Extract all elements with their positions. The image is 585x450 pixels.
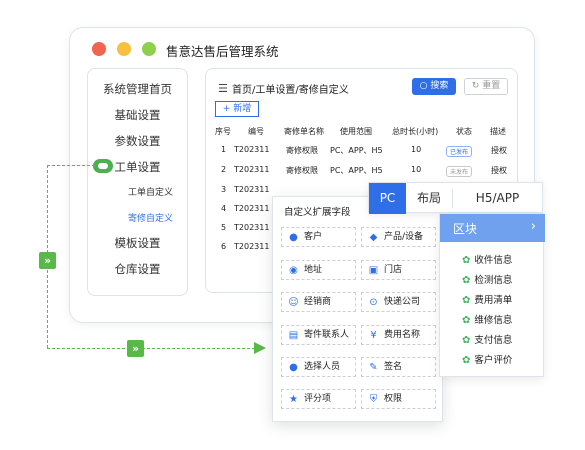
field-sender-contact[interactable]: ▤ 寄件联系人 — [281, 325, 356, 345]
chevron-down-icon: » — [39, 252, 56, 269]
minimize-window-icon[interactable] — [117, 42, 131, 56]
platform-tabs: PC 布局 H5/APP — [368, 182, 543, 214]
status-badge: 已发布 — [446, 146, 473, 157]
refresh-icon: ↻ — [471, 81, 480, 91]
chevron-right-icon: › — [530, 219, 536, 234]
custom-fields-panel: 自定义扩展字段 ● 客户 ◆ 产品/设备 ◉ 地址 ▣ 门店 ☺ 经销商 ⊙ 快递公司 ▤ 寄… — [272, 196, 443, 422]
block-panel: 区块 › ✿ 收件信息 ✿ 检测信息 ✿ 费用清单 ✿ 维修信息 ✿ 支付信息 ✿ 客户评价 — [439, 213, 545, 377]
chevron-right-icon: » — [127, 340, 144, 357]
column-header: 寄修单名称 — [284, 127, 324, 136]
field-rating-item[interactable]: ★ 评分项 — [281, 389, 356, 409]
gear-icon: ✿ — [462, 355, 471, 366]
column-header: 编号 — [248, 127, 264, 136]
block-item-repair-info[interactable]: ✿ 维修信息 — [462, 312, 512, 326]
field-signature[interactable]: ✎ 签名 — [361, 357, 436, 377]
sidebar-item-parameter-settings[interactable]: 参数设置 — [88, 133, 187, 149]
sidebar-item-basic-settings[interactable]: 基础设置 — [88, 107, 187, 123]
location-pin-icon: ◉ — [289, 265, 298, 276]
sidebar-item-template-settings[interactable]: 模板设置 — [88, 235, 187, 251]
column-header: 总时长(小时) — [392, 127, 439, 136]
field-select-person[interactable]: ● 选择人员 — [281, 357, 356, 377]
tab-layout[interactable]: 布局 — [406, 183, 452, 214]
sidebar-item-home[interactable]: 系统管理首页 — [88, 81, 187, 97]
person-select-icon: ● — [289, 362, 298, 373]
status-badge: 未发布 — [446, 166, 473, 177]
delivery-icon: ⊙ — [369, 297, 378, 308]
yen-icon: ¥ — [370, 330, 377, 341]
gear-icon: ✿ — [462, 315, 471, 326]
store-icon: ▣ — [368, 265, 379, 276]
search-button[interactable]: ○ 搜索 — [412, 78, 456, 95]
column-header: 状态 — [456, 127, 472, 136]
block-header[interactable]: 区块 › — [440, 214, 545, 242]
block-item-payment-info[interactable]: ✿ 支付信息 — [462, 332, 512, 346]
add-button[interactable]: + 新增 — [215, 101, 259, 117]
sidebar-item-warehouse-settings[interactable]: 仓库设置 — [88, 261, 187, 277]
people-icon: ☺ — [288, 297, 299, 308]
column-header: 序号 — [215, 127, 231, 136]
block-item-receipt-info[interactable]: ✿ 收件信息 — [462, 252, 512, 266]
field-dealer[interactable]: ☺ 经销商 — [281, 292, 356, 312]
signature-icon: ✎ — [369, 362, 378, 373]
star-icon: ★ — [289, 394, 298, 405]
person-icon: ● — [289, 232, 298, 243]
arrow-right-icon — [254, 342, 266, 354]
maximize-window-icon[interactable] — [142, 42, 156, 56]
contact-icon: ▤ — [288, 330, 299, 341]
field-customer[interactable]: ● 客户 — [281, 227, 356, 247]
gear-icon: ✿ — [462, 335, 471, 346]
field-store[interactable]: ▣ 门店 — [361, 260, 436, 280]
block-title: 区块 — [453, 222, 478, 236]
field-address[interactable]: ◉ 地址 — [281, 260, 356, 280]
connector-line — [47, 165, 95, 166]
sidebar-subitem-repair-custom[interactable]: 寄修自定义 — [128, 211, 173, 224]
tab-pc[interactable]: PC — [369, 183, 406, 214]
reset-button[interactable]: ↻ 重置 — [464, 78, 508, 95]
field-courier[interactable]: ⊙ 快递公司 — [361, 292, 436, 312]
field-permission[interactable]: ⛨ 权限 — [361, 389, 436, 409]
connector-line — [47, 348, 255, 349]
field-fee-name[interactable]: ¥ 费用名称 — [361, 325, 436, 345]
breadcrumb: 首页/工单设置/寄修自定义 — [232, 85, 349, 96]
shield-icon: ⛨ — [369, 394, 378, 405]
window-title: 售意达售后管理系统 — [166, 44, 279, 59]
block-item-customer-review[interactable]: ✿ 客户评价 — [462, 352, 512, 366]
field-product-device[interactable]: ◆ 产品/设备 — [361, 227, 436, 247]
tab-h5-app[interactable]: H5/APP — [453, 183, 542, 214]
table-row[interactable]: 1 T202311 寄修权限 PC、APP、H5 10 已发布 授权 — [206, 145, 517, 163]
gear-icon: ✿ — [462, 295, 471, 306]
table-header: 序号 编号 寄修单名称 使用范围 总时长(小时) 状态 描述 — [206, 126, 517, 140]
close-window-icon[interactable] — [92, 42, 106, 56]
sidebar-item-work-order-settings[interactable]: 工单设置 — [88, 159, 187, 175]
block-item-inspection-info[interactable]: ✿ 检测信息 — [462, 272, 512, 286]
column-header: 使用范围 — [340, 127, 372, 136]
gear-icon: ✿ — [462, 275, 471, 286]
sidebar: 系统管理首页 基础设置 参数设置 工单设置 工单自定义 寄修自定义 模板设置 仓… — [87, 68, 188, 296]
gear-icon: ✿ — [462, 255, 471, 266]
custom-fields-title: 自定义扩展字段 — [284, 207, 351, 218]
menu-list-icon[interactable]: ☰ — [218, 82, 228, 95]
block-item-fee-list[interactable]: ✿ 费用清单 — [462, 292, 512, 306]
table-row[interactable]: 2 T202311 寄修权限 PC、APP、H5 10 未发布 授权 — [206, 165, 517, 183]
sidebar-subitem-work-order-custom[interactable]: 工单自定义 — [128, 185, 173, 198]
search-icon: ○ — [419, 81, 428, 91]
column-header: 描述 — [490, 127, 506, 136]
cube-icon: ◆ — [369, 232, 378, 243]
